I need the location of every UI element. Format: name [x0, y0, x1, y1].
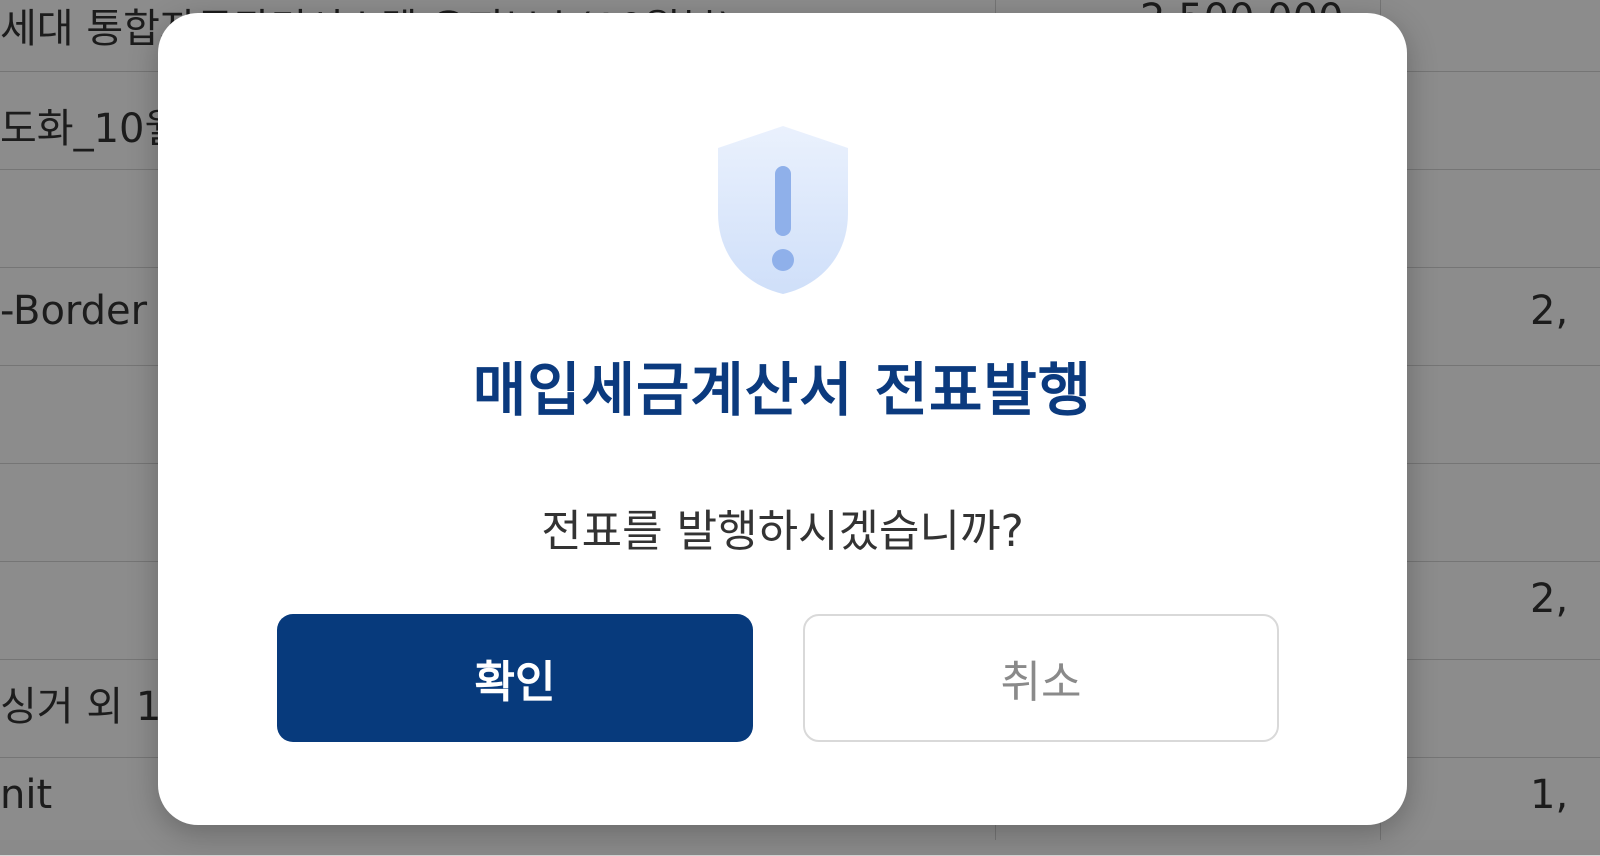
- confirm-button[interactable]: 확인: [277, 614, 753, 742]
- dialog-message: 전표를 발행하시겠습니까?: [541, 506, 1024, 557]
- confirm-dialog: 매입세금계산서 전표발행 전표를 발행하시겠습니까? 확인 취소: [158, 13, 1407, 825]
- shield-exclamation-icon: [718, 126, 848, 294]
- cancel-button[interactable]: 취소: [803, 614, 1279, 742]
- dialog-title: 매입세금계산서 전표발행: [472, 356, 1093, 424]
